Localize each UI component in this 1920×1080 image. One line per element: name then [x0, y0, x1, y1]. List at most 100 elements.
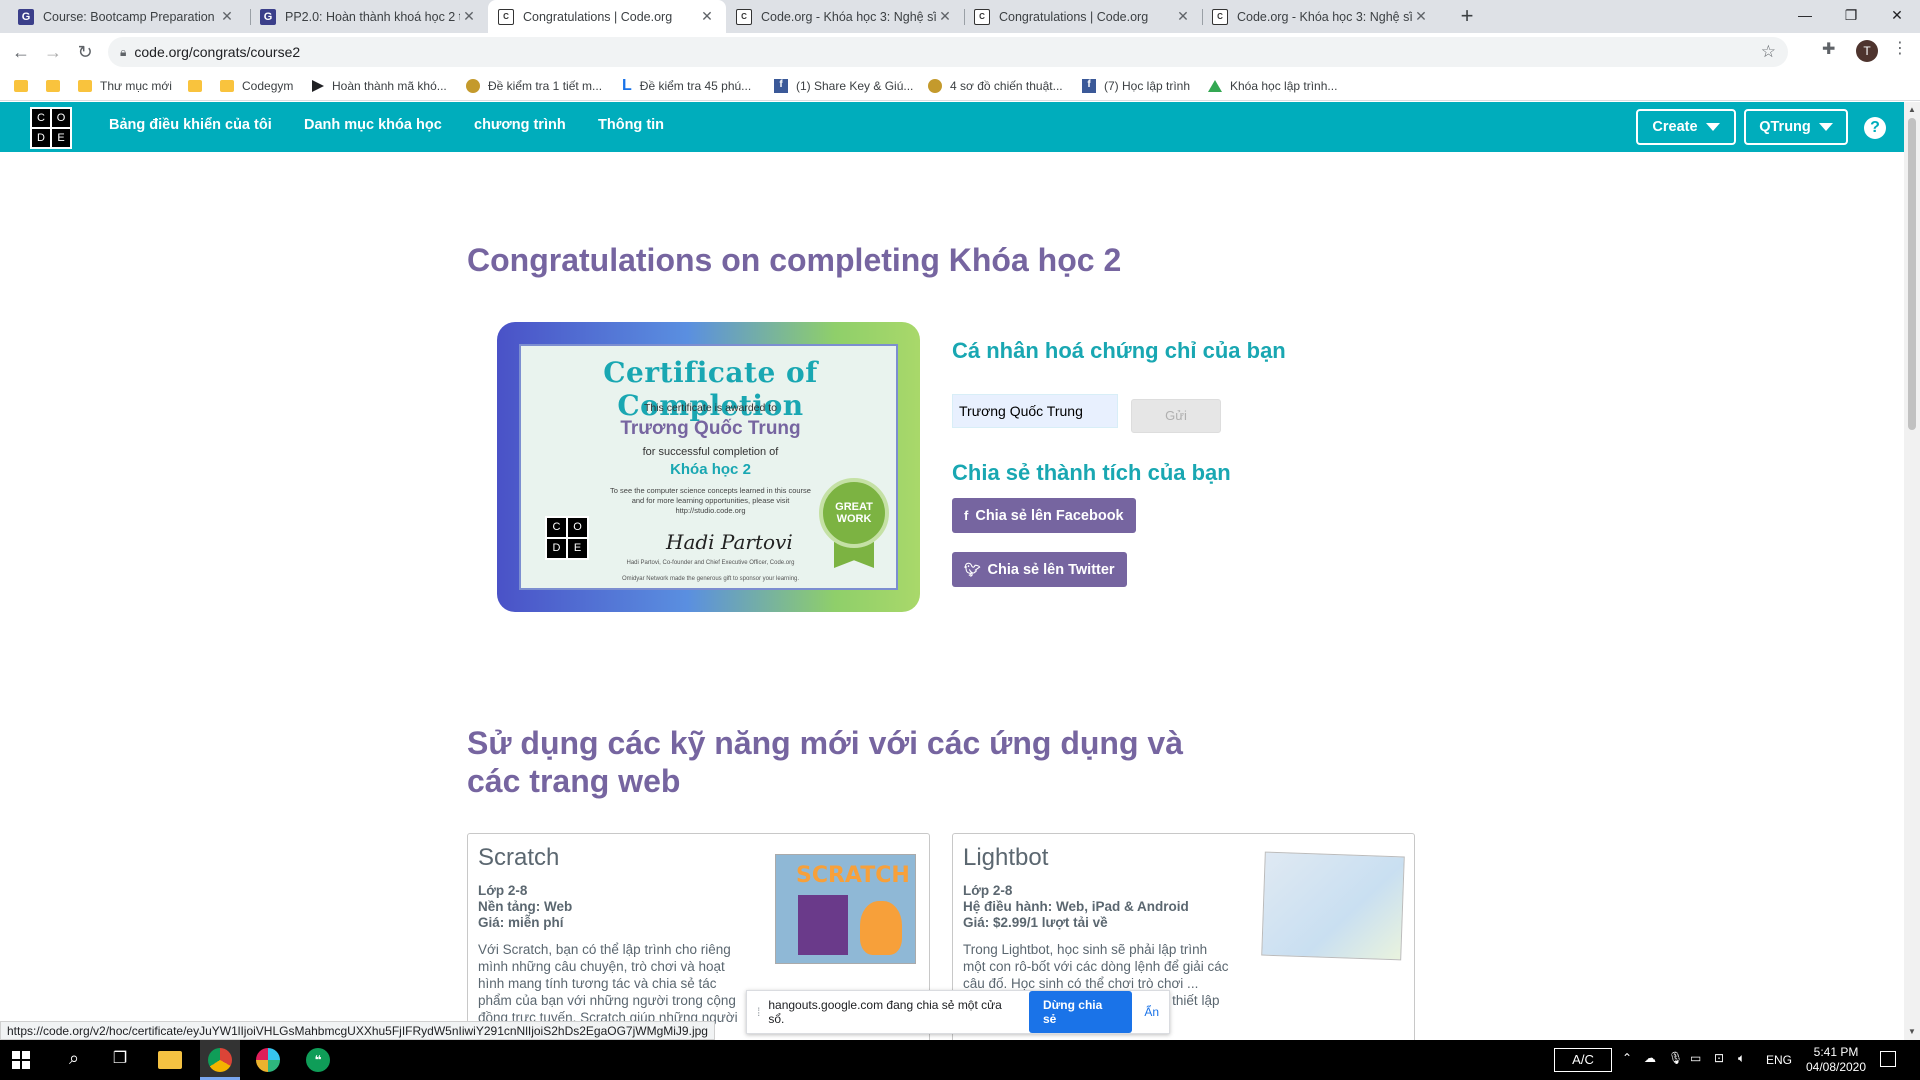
tab-3[interactable]: C Code.org - Khóa học 3: Nghệ sĩ... ✕	[726, 0, 964, 33]
caret-down-icon	[1705, 123, 1720, 131]
window-close-button[interactable]: ✕	[1874, 0, 1920, 30]
app-name[interactable]: Scratch	[478, 844, 559, 872]
close-icon[interactable]: ✕	[218, 8, 236, 25]
clock-time: 5:41 PM	[1813, 1045, 1859, 1059]
tab-0[interactable]: G Course: Bootcamp Preparation 2... ✕	[8, 0, 246, 33]
taskbar-clock[interactable]: 5:41 PM 04/08/2020	[1800, 1045, 1872, 1075]
close-icon[interactable]: ✕	[936, 8, 954, 25]
bookmark-item[interactable]: Đề kiểm tra 1 tiết m...	[466, 71, 602, 101]
scroll-up-arrow-icon[interactable]: ▲	[1904, 102, 1920, 118]
bookmark-item[interactable]: f (1) Share Key & Giú...	[774, 71, 913, 101]
great-work-badge: GREAT WORK	[819, 478, 889, 548]
page-scrollbar[interactable]: ▲ ▼	[1904, 102, 1920, 1040]
extensions-puzzle-icon[interactable]: ✚	[1822, 39, 1835, 59]
close-icon[interactable]: ✕	[698, 8, 716, 25]
close-icon[interactable]: ✕	[1412, 8, 1430, 25]
page-viewport: C O D E Bảng điều khiển của tôi Danh mục…	[0, 102, 1904, 1040]
certificate-name-input[interactable]	[952, 394, 1118, 428]
nav-course-catalog[interactable]: Danh mục khóa học	[304, 117, 442, 133]
tab-title: Course: Bootcamp Preparation 2...	[43, 9, 218, 24]
folder-icon	[78, 80, 92, 92]
app-price: Giá: $2.99/1 lượt tải về	[963, 915, 1108, 930]
lock-icon: 🔒︎	[120, 44, 127, 59]
bookmark-item[interactable]	[188, 71, 210, 101]
site-icon	[466, 79, 480, 93]
bookmark-item[interactable]: 4 sơ đồ chiến thuật...	[928, 71, 1063, 101]
user-dropdown-button[interactable]: QTrung	[1744, 109, 1848, 145]
slack-icon[interactable]	[256, 1048, 280, 1072]
tab-2-active[interactable]: C Congratulations | Code.org ✕	[488, 0, 726, 33]
bookmark-item[interactable]: f (7) Học lập trình	[1082, 71, 1190, 101]
tray-chevron-icon[interactable]: ⌃	[1622, 1051, 1632, 1065]
hangouts-icon[interactable]: ❝	[306, 1048, 330, 1072]
bookmark-item[interactable]: Codegym	[220, 71, 293, 101]
close-icon[interactable]: ✕	[1174, 8, 1192, 25]
ac-indicator[interactable]: A/C	[1554, 1048, 1612, 1072]
input-language[interactable]: ENG	[1766, 1053, 1792, 1067]
microphone-icon[interactable]: 🎙︎	[1668, 1051, 1683, 1065]
tab-5[interactable]: C Code.org - Khóa học 3: Nghệ sĩ... ✕	[1202, 0, 1440, 33]
help-icon[interactable]: ?	[1864, 117, 1886, 139]
code-org-logo[interactable]: C O D E	[30, 107, 72, 149]
app-name[interactable]: Lightbot	[963, 844, 1048, 872]
browser-menu-icon[interactable]: ⋮	[1892, 38, 1908, 58]
battery-icon[interactable]: ▭	[1690, 1051, 1701, 1065]
onedrive-cloud-icon[interactable]: ☁	[1644, 1051, 1656, 1065]
share-facebook-button[interactable]: f Chia sẻ lên Facebook	[952, 498, 1136, 533]
windows-taskbar: ⌕ ❐ ❝ A/C ⌃ ☁ 🎙︎ ▭ ⊡ 🔈︎ ENG 5:41 PM 04/0…	[0, 1040, 1920, 1080]
profile-avatar[interactable]: T	[1856, 40, 1878, 62]
share-twitter-button[interactable]: 🐦︎ Chia sẻ lên Twitter	[952, 552, 1127, 587]
scratch-logo: SCRATCH	[796, 863, 910, 888]
bookmark-star-icon[interactable]: ☆	[1761, 42, 1776, 62]
search-icon[interactable]: ⌕	[62, 1048, 86, 1072]
nav-projects[interactable]: chương trình	[474, 117, 566, 133]
scroll-down-arrow-icon[interactable]: ▼	[1904, 1024, 1920, 1040]
task-view-icon[interactable]: ❐	[108, 1048, 132, 1072]
nav-dashboard[interactable]: Bảng điều khiển của tôi	[109, 117, 272, 133]
minimize-button[interactable]: —	[1782, 0, 1828, 30]
file-explorer-icon[interactable]	[158, 1051, 182, 1069]
notifications-icon[interactable]	[1880, 1051, 1896, 1067]
browser-toolbar: ← → ↻ 🔒︎ code.org/congrats/course2 ☆	[0, 33, 1920, 71]
bookmark-item[interactable]: Thư mục mới	[78, 71, 172, 101]
stop-sharing-button[interactable]: Dừng chia sẻ	[1028, 991, 1133, 1033]
volume-icon[interactable]: 🔈︎	[1738, 1051, 1745, 1066]
restore-button[interactable]: ❐	[1828, 0, 1874, 30]
address-bar[interactable]: 🔒︎ code.org/congrats/course2 ☆	[108, 37, 1788, 67]
forward-button[interactable]: →	[40, 39, 66, 65]
windows-start-icon[interactable]	[12, 1051, 30, 1069]
app-platform: Hệ điều hành: Web, iPad & Android	[963, 899, 1189, 914]
scratch-thumbnail[interactable]: SCRATCH	[775, 854, 916, 964]
scroll-thumb[interactable]	[1908, 118, 1916, 430]
new-tab-button[interactable]: +	[1454, 4, 1480, 30]
bookmark-item[interactable]: Khóa học lập trình...	[1208, 71, 1337, 101]
nav-about[interactable]: Thông tin	[598, 117, 664, 133]
bookmark-item[interactable]	[14, 71, 36, 101]
codegym-favicon-icon: G	[18, 8, 34, 25]
network-icon[interactable]: ⊡	[1714, 1051, 1724, 1065]
play-icon	[312, 80, 324, 92]
hide-notice-button[interactable]: Ẩn	[1144, 1005, 1159, 1019]
bookmark-item[interactable]: Hoàn thành mã khó...	[312, 71, 447, 101]
app-price: Giá: miễn phí	[478, 915, 564, 930]
close-icon[interactable]: ✕	[460, 8, 478, 25]
tab-strip: G Course: Bootcamp Preparation 2... ✕ G …	[0, 0, 1920, 33]
chrome-icon[interactable]	[208, 1048, 232, 1072]
lightbot-thumbnail[interactable]	[1261, 851, 1405, 961]
certificate-for-text: for successful completion of	[642, 446, 779, 458]
bookmark-item[interactable]	[46, 71, 68, 101]
create-dropdown-button[interactable]: Create	[1636, 109, 1736, 145]
reload-button[interactable]: ↻	[72, 39, 98, 65]
share-notice-text: hangouts.google.com đang chia sẻ một cửa…	[768, 998, 1002, 1026]
tab-1[interactable]: G PP2.0: Hoàn thành khoá học 2 trê... ✕	[250, 0, 488, 33]
codeorg-favicon-icon: C	[498, 8, 514, 25]
tab-4[interactable]: C Congratulations | Code.org ✕	[964, 0, 1202, 33]
bookmark-item[interactable]: L Đề kiểm tra 45 phú...	[622, 71, 751, 101]
back-button[interactable]: ←	[8, 39, 34, 65]
drag-handle-icon[interactable]: ⁞	[757, 1005, 760, 1019]
tab-title: Code.org - Khóa học 3: Nghệ sĩ...	[761, 9, 936, 24]
certificate-signature: Hadi Partovi	[666, 530, 793, 554]
app-grade: Lớp 2-8	[963, 883, 1013, 898]
certificate-body: Certificate of Completion This certifica…	[519, 344, 898, 590]
submit-button[interactable]: Gửi	[1131, 399, 1221, 433]
